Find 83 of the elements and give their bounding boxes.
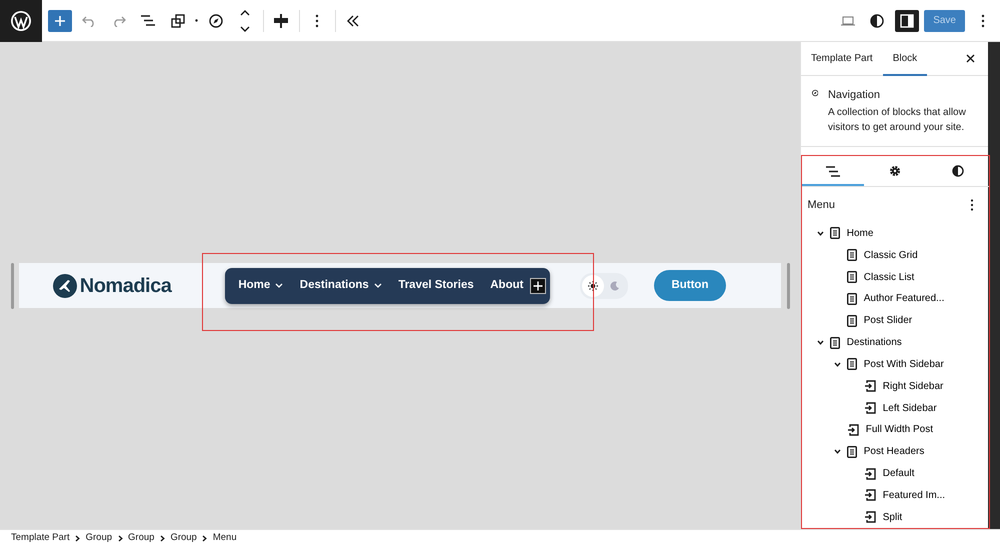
moon-icon bbox=[610, 280, 620, 290]
page-icon bbox=[847, 271, 857, 284]
chevron-down-icon bbox=[275, 283, 284, 288]
nav-link[interactable]: Destinations bbox=[300, 276, 382, 294]
nav-link[interactable]: Travel Stories bbox=[398, 276, 474, 294]
tree-item[interactable]: Left Sidebar bbox=[802, 397, 989, 419]
sun-toggle[interactable] bbox=[582, 274, 604, 296]
page-icon bbox=[847, 249, 857, 262]
breadcrumb-link[interactable]: Group bbox=[128, 530, 154, 546]
wordpress-logo[interactable] bbox=[0, 0, 42, 42]
chevron-right-icon bbox=[160, 534, 165, 542]
resize-handle[interactable] bbox=[786, 262, 790, 308]
sidebar-icon bbox=[900, 14, 914, 28]
tree-item[interactable]: Destinations bbox=[802, 332, 989, 354]
page-icon bbox=[830, 336, 840, 349]
page-icon bbox=[847, 292, 857, 305]
tree-item[interactable]: Full Width Post bbox=[802, 418, 989, 441]
menu-title: Menu bbox=[808, 198, 836, 213]
scrollbar[interactable] bbox=[988, 42, 1000, 529]
sidebar-tab[interactable]: Template Part bbox=[801, 42, 883, 76]
duplicate-icon bbox=[170, 14, 184, 28]
settings-icon bbox=[889, 165, 902, 178]
chevron-right-icon bbox=[75, 534, 80, 542]
tree-item[interactable]: Post Headers bbox=[802, 440, 989, 463]
tree-item[interactable]: Featured Im... bbox=[802, 484, 989, 506]
nav-link[interactable]: Home bbox=[238, 276, 284, 294]
tree-item[interactable]: Home bbox=[802, 222, 989, 244]
link-page-icon bbox=[864, 511, 876, 524]
breadcrumb-link[interactable]: Menu bbox=[212, 530, 237, 546]
sun-icon bbox=[588, 280, 598, 290]
close-icon bbox=[966, 54, 975, 63]
tree-item[interactable]: Default bbox=[802, 462, 989, 484]
nav-link[interactable]: About bbox=[490, 276, 524, 294]
dot-icon bbox=[195, 19, 198, 22]
kebab-icon bbox=[980, 14, 984, 28]
tree-item[interactable]: Author Featured... bbox=[802, 288, 989, 310]
breadcrumb-link[interactable]: Group bbox=[170, 530, 197, 546]
theme-toggle[interactable] bbox=[580, 272, 628, 298]
block-title: Navigation bbox=[828, 88, 881, 103]
sidebar-tab[interactable]: Block bbox=[882, 42, 928, 76]
kebab-icon bbox=[315, 14, 319, 28]
link-page-icon bbox=[847, 424, 859, 436]
add-item-icon[interactable] bbox=[530, 278, 546, 294]
block-description: A collection of blocks that allow visitors to get around your site. bbox=[828, 106, 967, 135]
breadcrumb-link[interactable]: Group bbox=[86, 530, 112, 546]
chevron-down-icon bbox=[374, 283, 382, 288]
up-down-chevron-icon bbox=[239, 10, 251, 32]
link-page-icon bbox=[864, 402, 876, 414]
tree-item[interactable]: Post Slider bbox=[802, 310, 989, 332]
page-icon bbox=[847, 358, 857, 370]
page-icon bbox=[847, 314, 857, 327]
link-page-icon bbox=[864, 468, 876, 480]
tree-item[interactable]: Right Sidebar bbox=[802, 375, 989, 398]
add-block-button[interactable] bbox=[48, 10, 72, 32]
plus-icon bbox=[54, 16, 64, 26]
page-icon bbox=[847, 446, 857, 458]
resize-handle[interactable] bbox=[10, 262, 14, 308]
double-chevron-icon bbox=[347, 14, 359, 26]
contrast-icon bbox=[870, 14, 884, 28]
tree-item[interactable]: Post With Sidebar bbox=[802, 353, 989, 376]
align-icon bbox=[274, 14, 288, 28]
chevron-right-icon bbox=[118, 534, 123, 542]
tree-item[interactable]: Classic Grid bbox=[802, 244, 989, 266]
undo-icon bbox=[82, 14, 96, 26]
compass-icon bbox=[208, 14, 222, 28]
wordpress-icon bbox=[10, 10, 32, 32]
laptop-icon bbox=[840, 16, 855, 26]
page-icon bbox=[830, 227, 840, 240]
tree-item[interactable]: Classic List bbox=[802, 266, 989, 288]
list-view-icon bbox=[826, 166, 840, 177]
kebab-icon bbox=[970, 198, 974, 211]
tree-item[interactable]: Split bbox=[802, 506, 989, 528]
link-page-icon bbox=[864, 380, 876, 392]
site-title[interactable]: Nomadica bbox=[80, 270, 172, 300]
link-page-icon bbox=[864, 489, 876, 502]
list-view-icon bbox=[141, 15, 155, 26]
compass-icon bbox=[812, 87, 818, 99]
site-button[interactable]: Button bbox=[654, 270, 726, 301]
breadcrumb-link[interactable]: Template Part bbox=[11, 530, 70, 546]
chevron-right-icon bbox=[202, 534, 208, 542]
redo-icon bbox=[112, 14, 126, 26]
settings-button[interactable] bbox=[894, 10, 919, 32]
contrast-icon bbox=[952, 165, 964, 178]
